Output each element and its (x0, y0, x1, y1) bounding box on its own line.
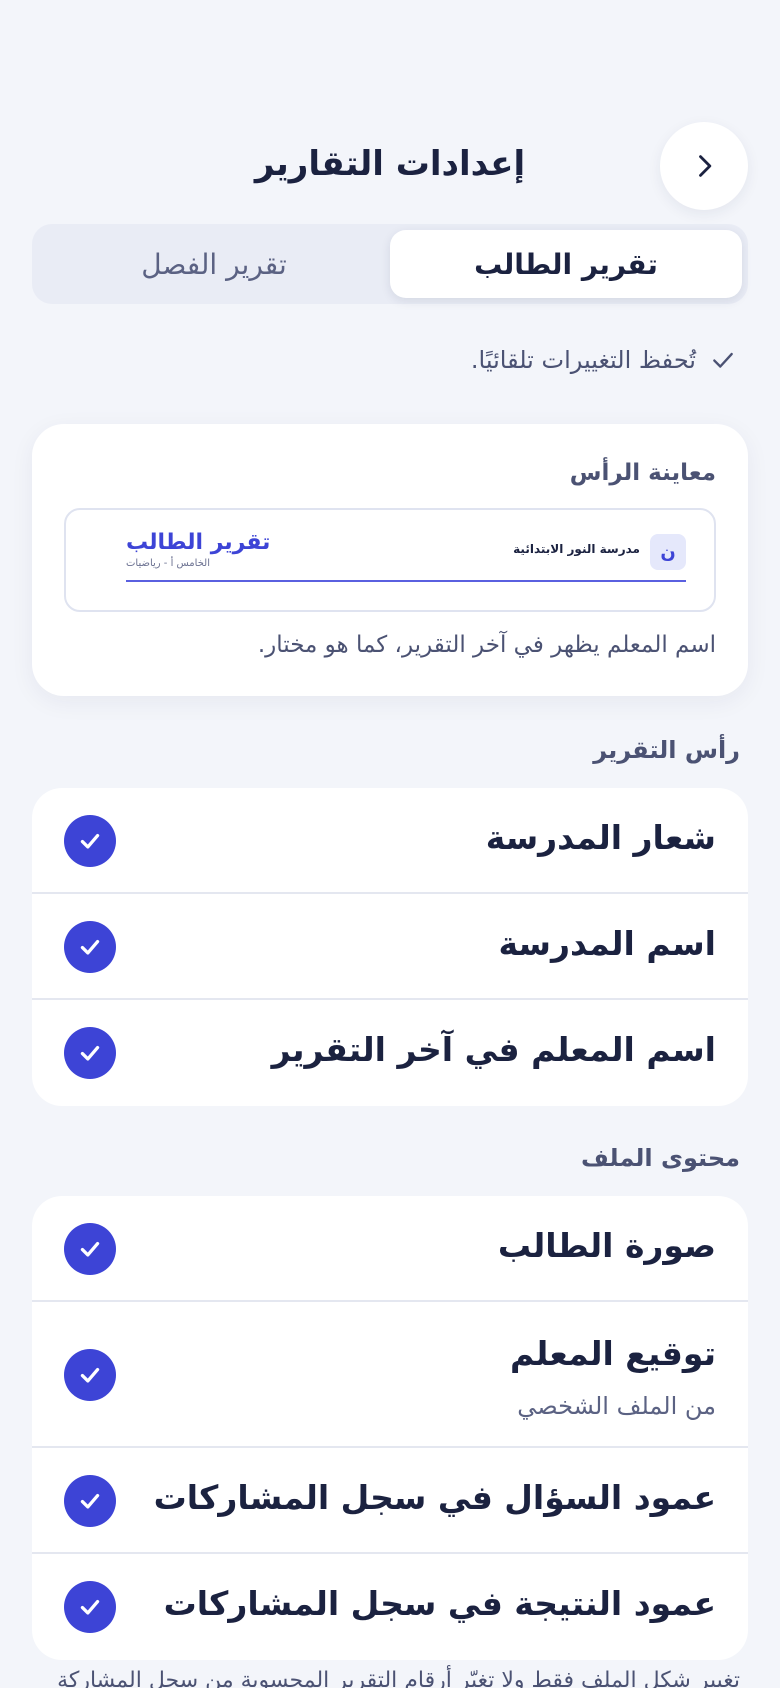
report-header-options: شعار المدرسة اسم المدرسة اسم المعلم في آ… (32, 788, 748, 1106)
footer-note: تغيير شكل الملف فقط ولا تغيّر أرقام التق… (57, 1668, 740, 1688)
report-type-tabs: تقرير الطالب تقرير الفصل (32, 224, 748, 304)
option-teacher-signature[interactable]: توقيع المعلم من الملف الشخصي (32, 1302, 748, 1448)
section-label-file-content: محتوى الملف (580, 1144, 740, 1172)
preview-school-name: مدرسة النور الابتدائية (513, 542, 640, 556)
report-settings-screen: إعدادات التقارير تقرير الطالب تقرير الفص… (0, 0, 780, 1688)
autosave-text: تُحفظ التغييرات تلقائيًا. (470, 346, 696, 374)
checkbox[interactable] (64, 1027, 116, 1079)
check-icon (80, 1599, 100, 1615)
checkbox[interactable] (64, 1223, 116, 1275)
option-label: اسم المعلم في آخر التقرير (271, 1030, 716, 1069)
option-teacher-name[interactable]: اسم المعلم في آخر التقرير (32, 1000, 748, 1106)
check-icon (80, 1493, 100, 1509)
autosave-note: تُحفظ التغييرات تلقائيًا. (471, 346, 736, 374)
option-sublabel: من الملف الشخصي (517, 1392, 716, 1420)
preview-heading: معاينة الرأس (569, 460, 716, 486)
option-label: عمود السؤال في سجل المشاركات (153, 1478, 716, 1517)
header: إعدادات التقارير (0, 122, 780, 210)
checkbox[interactable] (64, 1349, 116, 1401)
section-label-report-header: رأس التقرير (593, 736, 740, 764)
checkbox[interactable] (64, 921, 116, 973)
option-school-name[interactable]: اسم المدرسة (32, 894, 748, 1000)
preview-note: اسم المعلم يظهر في آخر التقرير، كما هو م… (257, 632, 716, 658)
check-icon (80, 939, 100, 955)
header-preview: ن مدرسة النور الابتدائية تقرير الطالب ال… (64, 508, 716, 612)
option-question-column[interactable]: عمود السؤال في سجل المشاركات (32, 1448, 748, 1554)
option-label: صورة الطالب (497, 1226, 716, 1265)
tab-class-report[interactable]: تقرير الفصل (38, 230, 390, 298)
checkbox[interactable] (64, 815, 116, 867)
file-content-options: صورة الطالب توقيع المعلم من الملف الشخصي… (32, 1196, 748, 1660)
check-icon (80, 1241, 100, 1257)
check-icon (713, 352, 733, 368)
check-icon (80, 1367, 100, 1383)
option-label: توقيع المعلم (510, 1334, 716, 1373)
school-logo: ن (650, 534, 686, 570)
option-student-photo[interactable]: صورة الطالب (32, 1196, 748, 1302)
option-label: شعار المدرسة (485, 818, 716, 857)
option-result-column[interactable]: عمود النتيجة في سجل المشاركات (32, 1554, 748, 1660)
checkbox[interactable] (64, 1475, 116, 1527)
preview-report-title: تقرير الطالب (126, 530, 271, 555)
check-icon (80, 833, 100, 849)
header-preview-card: معاينة الرأس ن مدرسة النور الابتدائية تق… (32, 424, 748, 696)
check-icon (80, 1045, 100, 1061)
tab-student-report[interactable]: تقرير الطالب (390, 230, 742, 298)
chevron-right-icon (699, 155, 712, 177)
option-school-logo[interactable]: شعار المدرسة (32, 788, 748, 894)
back-button[interactable] (660, 122, 748, 210)
preview-divider (126, 580, 686, 582)
checkbox[interactable] (64, 1581, 116, 1633)
preview-report-subtitle: الخامس أ - رياضيات (126, 558, 210, 569)
option-label: اسم المدرسة (498, 924, 716, 963)
option-label: عمود النتيجة في سجل المشاركات (163, 1584, 716, 1623)
